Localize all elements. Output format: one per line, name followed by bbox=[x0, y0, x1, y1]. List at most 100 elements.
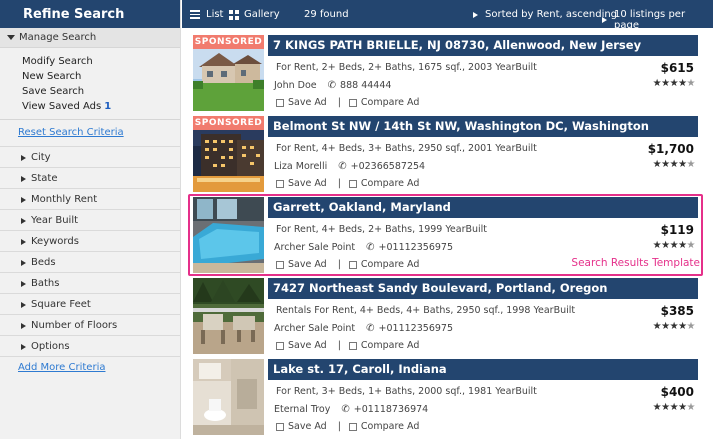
listing-title[interactable]: 7 KINGS PATH BRIELLE, NJ 08730, Allenwoo… bbox=[268, 35, 698, 56]
gallery-view-label: Gallery bbox=[244, 9, 280, 20]
star-icon: ★ bbox=[669, 159, 679, 170]
sort-label: Sorted by Rent, ascending bbox=[485, 9, 618, 20]
star-empty-icon: ★ bbox=[686, 78, 696, 89]
star-empty-icon: ★ bbox=[686, 321, 696, 332]
criteria-label: City bbox=[31, 152, 51, 163]
listing-title[interactable]: Belmont St NW / 14th St NW, Washington D… bbox=[268, 116, 698, 137]
chevron-right-icon bbox=[21, 218, 26, 224]
star-icon: ★ bbox=[652, 78, 662, 89]
star-icon: ★ bbox=[669, 321, 679, 332]
listing-photo[interactable]: SPONSORED bbox=[193, 35, 264, 111]
criteria-label: Beds bbox=[31, 257, 56, 268]
listing-card: SPONSORED 7 KINGS PATH BRIELLE, NJ 08730… bbox=[193, 35, 698, 111]
listing-photo[interactable] bbox=[193, 359, 264, 435]
criteria-year-built[interactable]: Year Built bbox=[0, 209, 180, 230]
compare-ad-label[interactable]: Compare Ad bbox=[361, 421, 419, 432]
per-page-selector[interactable]: 10 listings per page bbox=[602, 9, 713, 31]
saved-ads-count: 1 bbox=[104, 101, 112, 112]
per-page-label: 10 listings per page bbox=[614, 9, 686, 31]
save-ad-label[interactable]: Save Ad bbox=[288, 340, 327, 351]
criteria-number-of-floors[interactable]: Number of Floors bbox=[0, 314, 180, 335]
save-ad-label[interactable]: Save Ad bbox=[288, 97, 327, 108]
criteria-baths[interactable]: Baths bbox=[0, 272, 180, 293]
list-view-button[interactable]: List bbox=[190, 9, 223, 20]
add-more-criteria-link[interactable]: Add More Criteria bbox=[0, 356, 180, 376]
rating-stars: ★★★★★ bbox=[652, 402, 696, 413]
listing-price: $400 bbox=[660, 385, 694, 399]
manage-search-label: Manage Search bbox=[19, 32, 97, 43]
chevron-right-icon bbox=[21, 197, 26, 203]
criteria-state[interactable]: State bbox=[0, 167, 180, 188]
save-ad-label[interactable]: Save Ad bbox=[288, 178, 327, 189]
listing-actions: Save Ad | Compare Ad bbox=[276, 97, 419, 108]
agent-name: Eternal Troy bbox=[274, 404, 331, 415]
modify-search-link[interactable]: Modify Search bbox=[22, 54, 180, 69]
listing-card: SPONSORED Belmont St NW / 14th St NW, Wa… bbox=[193, 116, 698, 192]
save-ad-checkbox[interactable] bbox=[276, 98, 284, 107]
results-count-text: 29 found bbox=[304, 9, 349, 20]
compare-ad-checkbox[interactable] bbox=[348, 98, 357, 107]
list-view-label: List bbox=[206, 9, 224, 20]
listing-contact: Eternal Troy ✆ +01118736974 bbox=[274, 404, 428, 415]
listing-actions: Save Ad | Compare Ad bbox=[276, 178, 419, 189]
reset-search-criteria-link[interactable]: Reset Search Criteria bbox=[0, 127, 180, 141]
manage-search-toggle[interactable]: Manage Search bbox=[0, 28, 180, 48]
compare-ad-label[interactable]: Compare Ad bbox=[361, 178, 419, 189]
sort-selector[interactable]: Sorted by Rent, ascending bbox=[473, 9, 617, 20]
criteria-square-feet[interactable]: Square Feet bbox=[0, 293, 180, 314]
grid-icon bbox=[229, 9, 239, 20]
listing-contact: John Doe ✆ 888 44444 bbox=[274, 80, 391, 91]
star-empty-icon: ★ bbox=[686, 402, 696, 413]
compare-ad-label[interactable]: Compare Ad bbox=[361, 97, 419, 108]
save-ad-label[interactable]: Save Ad bbox=[288, 421, 327, 432]
star-icon: ★ bbox=[652, 402, 662, 413]
manage-search-list: Modify Search New Search Save Search Vie… bbox=[0, 48, 180, 114]
compare-ad-label[interactable]: Compare Ad bbox=[361, 340, 419, 351]
criteria-city[interactable]: City bbox=[0, 146, 180, 167]
chevron-right-icon bbox=[21, 239, 26, 245]
save-ad-checkbox[interactable] bbox=[276, 179, 284, 188]
listing-price: $615 bbox=[660, 61, 694, 75]
action-divider: | bbox=[337, 97, 341, 108]
listing-photo[interactable]: SPONSORED bbox=[193, 116, 264, 192]
view-saved-ads-link[interactable]: View Saved Ads 1 bbox=[22, 99, 180, 114]
compare-ad-checkbox[interactable] bbox=[348, 422, 357, 431]
phone-number: 888 44444 bbox=[340, 80, 392, 91]
compare-ad-checkbox[interactable] bbox=[348, 179, 357, 188]
criteria-beds[interactable]: Beds bbox=[0, 251, 180, 272]
star-icon: ★ bbox=[661, 159, 670, 170]
action-divider: | bbox=[337, 421, 341, 432]
save-ad-checkbox[interactable] bbox=[276, 341, 284, 350]
play-arrow-icon bbox=[602, 17, 607, 23]
listing-photo[interactable] bbox=[193, 278, 264, 354]
agent-name: John Doe bbox=[274, 80, 317, 91]
new-search-link[interactable]: New Search bbox=[22, 69, 180, 84]
star-icon: ★ bbox=[678, 159, 687, 170]
criteria-keywords[interactable]: Keywords bbox=[0, 230, 180, 251]
save-search-link[interactable]: Save Search bbox=[22, 84, 180, 99]
results-count: 29 found bbox=[304, 9, 349, 20]
phone-icon: ✆ bbox=[338, 161, 347, 172]
listing-actions: Save Ad | Compare Ad bbox=[276, 421, 419, 432]
listing-contact: Liza Morelli ✆ +02366587254 bbox=[274, 161, 425, 172]
criteria-options[interactable]: Options bbox=[0, 335, 180, 356]
save-ad-checkbox[interactable] bbox=[276, 422, 284, 431]
listing-actions: Save Ad | Compare Ad bbox=[276, 340, 419, 351]
listing-title[interactable]: 7427 Northeast Sandy Boulevard, Portland… bbox=[268, 278, 698, 299]
sponsored-badge: SPONSORED bbox=[193, 35, 264, 49]
listing-price: $385 bbox=[660, 304, 694, 318]
criteria-monthly-rent[interactable]: Monthly Rent bbox=[0, 188, 180, 209]
star-icon: ★ bbox=[661, 321, 670, 332]
star-icon: ★ bbox=[652, 159, 662, 170]
star-icon: ★ bbox=[669, 402, 679, 413]
listing-title[interactable]: Lake st. 17, Caroll, Indiana bbox=[268, 359, 698, 380]
criteria-label: Baths bbox=[31, 278, 60, 289]
gallery-view-button[interactable]: Gallery bbox=[229, 9, 280, 20]
criteria-label: Year Built bbox=[31, 215, 79, 226]
rating-stars: ★★★★★ bbox=[653, 321, 696, 332]
rating-stars: ★★★★★ bbox=[652, 159, 696, 170]
phone-icon: ✆ bbox=[366, 323, 375, 334]
chevron-right-icon bbox=[21, 323, 26, 329]
view-saved-ads-label: View Saved Ads bbox=[22, 101, 102, 112]
compare-ad-checkbox[interactable] bbox=[348, 341, 357, 350]
